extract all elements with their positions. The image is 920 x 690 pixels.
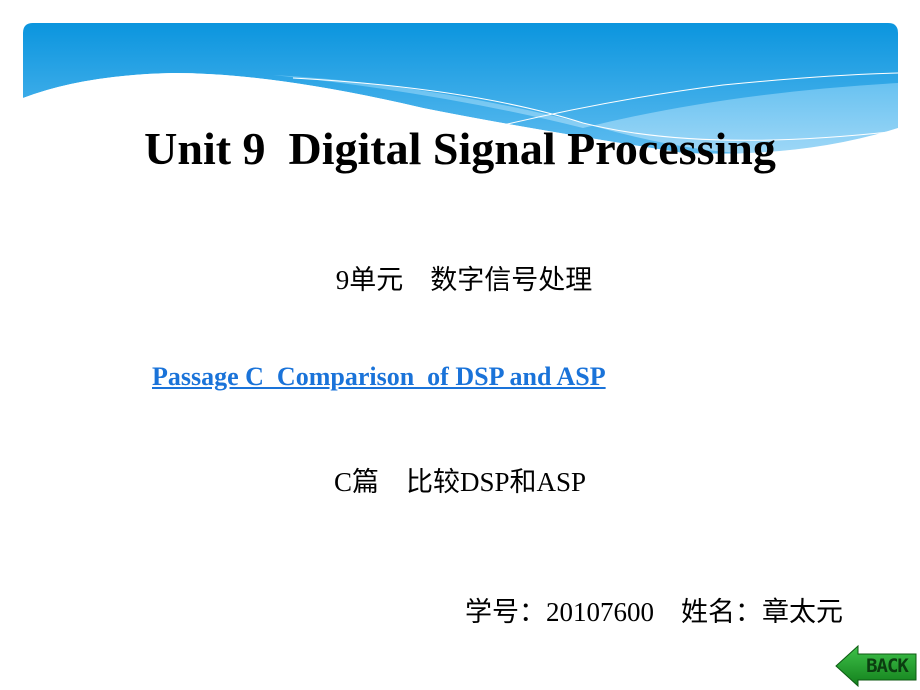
back-button-label: BACK [866, 655, 909, 677]
passage-chinese-title: C篇 比较DSP和ASP [333, 467, 587, 497]
passage-c-link[interactable]: Passage C Comparison of DSP and ASP [152, 362, 606, 392]
student-info: 学号：20107600 姓名：章太元 [465, 597, 843, 627]
back-button[interactable]: BACK [834, 644, 918, 688]
slide-subtitle-chinese: 9单元 数字信号处理 [335, 265, 593, 295]
slide-title: Unit 9 Digital Signal Processing [144, 123, 776, 174]
